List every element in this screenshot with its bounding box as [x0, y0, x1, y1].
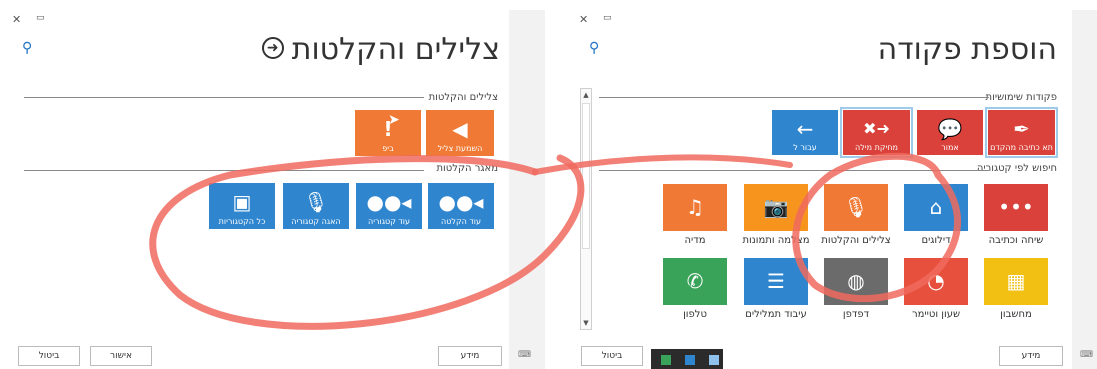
- scrollbar-thumb[interactable]: [582, 103, 590, 249]
- category-label: טלפון: [683, 309, 707, 320]
- microphone-icon: 🎙: [303, 190, 329, 214]
- tile-label: כל הקטגוריות: [218, 217, 266, 226]
- page-title: הוספת פקודה: [877, 32, 1057, 67]
- mouse-cursor-icon: ➤: [388, 112, 400, 128]
- microphone-icon: 🎙: [824, 184, 888, 231]
- text-lines-icon: ☰: [744, 258, 808, 305]
- page-title-text: צלילים והקלטות: [291, 32, 500, 67]
- section-label: מאגר הקלטות: [436, 163, 498, 174]
- category-label: דילוגים: [921, 235, 951, 246]
- camera-icon: 📷: [744, 184, 808, 231]
- section-label: צלילים והקלטות: [428, 92, 498, 103]
- app-icon[interactable]: [661, 355, 671, 365]
- restore-icon[interactable]: ▭: [36, 13, 45, 23]
- bluetooth-icon[interactable]: [685, 355, 695, 365]
- music-note-icon: ♫: [663, 184, 727, 231]
- category-label: מחשבון: [1000, 309, 1032, 320]
- tile-label: השמעת צליל: [437, 144, 483, 153]
- restore-icon[interactable]: ▭: [603, 13, 612, 23]
- tile-label: ביפ: [382, 144, 394, 153]
- category-label: שיחה וכתיבה: [988, 235, 1044, 246]
- tile-label: עבור ל: [793, 143, 817, 152]
- page-title: צלילים והקלטות ➜: [261, 32, 500, 67]
- tile-category-play[interactable]: 🎙 האגה קטגוריה: [283, 183, 349, 229]
- gap: [546, 0, 567, 369]
- side-strip: [509, 10, 545, 369]
- divider: [24, 170, 424, 171]
- tile-label: האגה קטגוריה: [291, 217, 341, 226]
- tile-feather-write[interactable]: ✒ תא כתיבה מהקדם: [988, 110, 1055, 155]
- close-icon[interactable]: ✕: [12, 13, 21, 26]
- category-label: צלילים והקלטות: [821, 235, 891, 246]
- tile-all-categories[interactable]: ▣ כל הקטגוריות: [209, 183, 275, 229]
- feather-icon: ✒: [1013, 117, 1030, 141]
- globe-icon: ◍: [824, 258, 888, 305]
- scrollbar[interactable]: ▲ ▼: [580, 88, 592, 330]
- tile-go-to[interactable]: ← עבור ל: [772, 110, 838, 155]
- section-label: חיפוש לפי קטגוריה: [976, 163, 1057, 174]
- category-label: שעון וטיימר: [911, 309, 961, 320]
- tile-label: תא כתיבה מהקדם: [990, 143, 1053, 152]
- section-label: פקודות שימושיות: [985, 92, 1057, 103]
- category-label: דפדפן: [842, 309, 870, 320]
- play-left-icon: ◀: [452, 117, 468, 141]
- delete-word-icon: ➜✖: [863, 119, 890, 138]
- tile-label: עוד הקלטה: [441, 217, 481, 226]
- category-label: עיבוד תמלילים: [745, 309, 807, 320]
- info-button[interactable]: מידע: [438, 346, 502, 366]
- divider: [599, 170, 989, 171]
- record-icon: ◂●●: [366, 190, 412, 214]
- arrow-left-icon: ←: [796, 117, 814, 141]
- dots-icon: •••: [984, 184, 1048, 231]
- tile-play-sound[interactable]: ◀ השמעת צליל: [426, 110, 494, 156]
- phone-icon: ✆: [663, 258, 727, 305]
- tile-say[interactable]: 💬 אמור: [917, 110, 983, 155]
- record-icon: ◂●●: [438, 190, 484, 214]
- scroll-up-icon[interactable]: ▲: [581, 89, 591, 101]
- category-label: מדיה: [684, 235, 706, 246]
- confirm-button[interactable]: אישור: [90, 346, 152, 366]
- scroll-down-icon[interactable]: ▼: [581, 317, 591, 329]
- info-button[interactable]: מידע: [999, 346, 1063, 366]
- clock-icon: ◔: [904, 258, 968, 305]
- search-icon[interactable]: ⚲: [589, 40, 599, 56]
- speech-bubble-icon: 💬: [937, 117, 963, 141]
- search-icon[interactable]: ⚲: [22, 40, 32, 56]
- right-window: ✕ ▭ ⚲ הוספת פקודה פקודות שימושיות ✒ תא כ…: [567, 0, 1097, 369]
- tile-more-recording[interactable]: ◂●● עוד הקלטה: [428, 183, 494, 229]
- category-label: מצלמה ותמונות: [742, 235, 810, 246]
- keyboard-icon[interactable]: ⌨: [1080, 350, 1093, 360]
- divider: [599, 97, 989, 98]
- home-icon: ⌂: [904, 184, 968, 231]
- close-icon[interactable]: ✕: [579, 13, 588, 26]
- tile-delete-word[interactable]: ➜✖ מחיקת מילה: [843, 110, 910, 155]
- forward-arrow-icon[interactable]: ➜: [261, 36, 284, 59]
- left-window: ✕ ▭ ⚲ צלילים והקלטות ➜ צלילים והקלטות ◀ ה…: [0, 0, 546, 369]
- tile-label: מחיקת מילה: [855, 143, 898, 152]
- phone-mic-icon: ▣: [232, 190, 252, 214]
- calculator-icon: ▦: [984, 258, 1048, 305]
- tile-label: אמור: [941, 143, 959, 152]
- keyboard-icon[interactable]: ⌨: [518, 350, 531, 360]
- tile-more-category[interactable]: ◂●● עוד קטגוריה: [356, 183, 422, 229]
- tile-label: עוד קטגוריה: [368, 217, 410, 226]
- side-strip: [1072, 10, 1097, 369]
- cancel-button[interactable]: ביטול: [18, 346, 80, 366]
- app-icon[interactable]: [709, 355, 719, 365]
- cancel-button[interactable]: ביטול: [581, 346, 643, 366]
- taskbar-fragment: [651, 349, 723, 369]
- divider: [24, 97, 424, 98]
